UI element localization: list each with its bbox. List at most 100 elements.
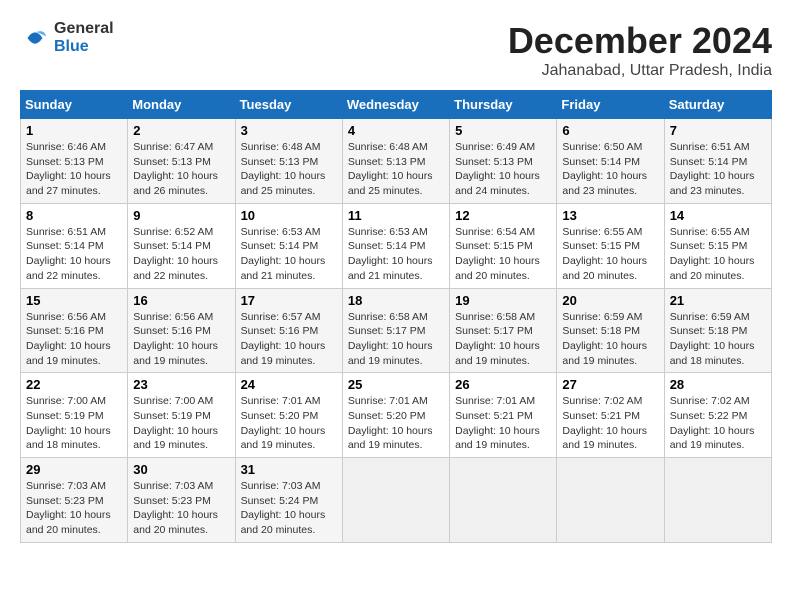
day-number: 21: [670, 293, 766, 308]
calendar-subtitle: Jahanabad, Uttar Pradesh, India: [508, 62, 772, 80]
day-info: Sunrise: 6:57 AMSunset: 5:16 PMDaylight:…: [241, 311, 326, 367]
day-info: Sunrise: 6:48 AMSunset: 5:13 PMDaylight:…: [241, 141, 326, 197]
day-info: Sunrise: 6:59 AMSunset: 5:18 PMDaylight:…: [562, 311, 647, 367]
day-number: 2: [133, 123, 229, 138]
calendar-title: December 2024: [508, 20, 772, 62]
day-info: Sunrise: 7:02 AMSunset: 5:21 PMDaylight:…: [562, 395, 647, 451]
day-number: 5: [455, 123, 551, 138]
calendar-week-row: 29 Sunrise: 7:03 AMSunset: 5:23 PMDaylig…: [21, 458, 772, 543]
calendar-cell: 17 Sunrise: 6:57 AMSunset: 5:16 PMDaylig…: [235, 288, 342, 373]
day-info: Sunrise: 7:03 AMSunset: 5:24 PMDaylight:…: [241, 480, 326, 536]
day-number: 16: [133, 293, 229, 308]
logo-icon: [20, 23, 50, 53]
day-info: Sunrise: 6:48 AMSunset: 5:13 PMDaylight:…: [348, 141, 433, 197]
day-number: 14: [670, 208, 766, 223]
day-number: 20: [562, 293, 658, 308]
day-number: 29: [26, 462, 122, 477]
day-info: Sunrise: 6:56 AMSunset: 5:16 PMDaylight:…: [26, 311, 111, 367]
calendar-cell: 7 Sunrise: 6:51 AMSunset: 5:14 PMDayligh…: [664, 119, 771, 204]
day-info: Sunrise: 6:46 AMSunset: 5:13 PMDaylight:…: [26, 141, 111, 197]
day-number: 30: [133, 462, 229, 477]
calendar-cell: 30 Sunrise: 7:03 AMSunset: 5:23 PMDaylig…: [128, 458, 235, 543]
calendar-cell: 18 Sunrise: 6:58 AMSunset: 5:17 PMDaylig…: [342, 288, 449, 373]
calendar-body: 1 Sunrise: 6:46 AMSunset: 5:13 PMDayligh…: [21, 119, 772, 543]
calendar-cell: 2 Sunrise: 6:47 AMSunset: 5:13 PMDayligh…: [128, 119, 235, 204]
day-number: 28: [670, 377, 766, 392]
header-thursday: Thursday: [450, 91, 557, 119]
logo: General Blue: [20, 20, 114, 56]
calendar-cell: 9 Sunrise: 6:52 AMSunset: 5:14 PMDayligh…: [128, 203, 235, 288]
day-number: 4: [348, 123, 444, 138]
day-info: Sunrise: 6:51 AMSunset: 5:14 PMDaylight:…: [26, 226, 111, 282]
day-info: Sunrise: 6:54 AMSunset: 5:15 PMDaylight:…: [455, 226, 540, 282]
day-number: 18: [348, 293, 444, 308]
day-number: 31: [241, 462, 337, 477]
title-area: December 2024 Jahanabad, Uttar Pradesh, …: [508, 20, 772, 80]
day-number: 15: [26, 293, 122, 308]
calendar-cell: 13 Sunrise: 6:55 AMSunset: 5:15 PMDaylig…: [557, 203, 664, 288]
day-info: Sunrise: 7:03 AMSunset: 5:23 PMDaylight:…: [26, 480, 111, 536]
day-info: Sunrise: 7:01 AMSunset: 5:20 PMDaylight:…: [241, 395, 326, 451]
day-number: 13: [562, 208, 658, 223]
header-friday: Friday: [557, 91, 664, 119]
calendar-cell: 4 Sunrise: 6:48 AMSunset: 5:13 PMDayligh…: [342, 119, 449, 204]
header-row: Sunday Monday Tuesday Wednesday Thursday…: [21, 91, 772, 119]
day-info: Sunrise: 6:59 AMSunset: 5:18 PMDaylight:…: [670, 311, 755, 367]
calendar-cell: 24 Sunrise: 7:01 AMSunset: 5:20 PMDaylig…: [235, 373, 342, 458]
calendar-cell: 31 Sunrise: 7:03 AMSunset: 5:24 PMDaylig…: [235, 458, 342, 543]
day-number: 8: [26, 208, 122, 223]
calendar-cell: 1 Sunrise: 6:46 AMSunset: 5:13 PMDayligh…: [21, 119, 128, 204]
calendar-cell: 12 Sunrise: 6:54 AMSunset: 5:15 PMDaylig…: [450, 203, 557, 288]
day-info: Sunrise: 6:53 AMSunset: 5:14 PMDaylight:…: [348, 226, 433, 282]
calendar-week-row: 1 Sunrise: 6:46 AMSunset: 5:13 PMDayligh…: [21, 119, 772, 204]
calendar-cell: 14 Sunrise: 6:55 AMSunset: 5:15 PMDaylig…: [664, 203, 771, 288]
header-wednesday: Wednesday: [342, 91, 449, 119]
calendar-table: Sunday Monday Tuesday Wednesday Thursday…: [20, 90, 772, 543]
logo-text: General Blue: [54, 20, 114, 56]
day-info: Sunrise: 6:50 AMSunset: 5:14 PMDaylight:…: [562, 141, 647, 197]
day-number: 10: [241, 208, 337, 223]
day-info: Sunrise: 6:51 AMSunset: 5:14 PMDaylight:…: [670, 141, 755, 197]
day-info: Sunrise: 6:49 AMSunset: 5:13 PMDaylight:…: [455, 141, 540, 197]
calendar-cell: [664, 458, 771, 543]
calendar-cell: [450, 458, 557, 543]
calendar-week-row: 15 Sunrise: 6:56 AMSunset: 5:16 PMDaylig…: [21, 288, 772, 373]
calendar-cell: 27 Sunrise: 7:02 AMSunset: 5:21 PMDaylig…: [557, 373, 664, 458]
day-info: Sunrise: 7:02 AMSunset: 5:22 PMDaylight:…: [670, 395, 755, 451]
day-number: 9: [133, 208, 229, 223]
calendar-cell: 5 Sunrise: 6:49 AMSunset: 5:13 PMDayligh…: [450, 119, 557, 204]
calendar-week-row: 8 Sunrise: 6:51 AMSunset: 5:14 PMDayligh…: [21, 203, 772, 288]
day-info: Sunrise: 6:47 AMSunset: 5:13 PMDaylight:…: [133, 141, 218, 197]
day-number: 7: [670, 123, 766, 138]
calendar-cell: 23 Sunrise: 7:00 AMSunset: 5:19 PMDaylig…: [128, 373, 235, 458]
day-number: 6: [562, 123, 658, 138]
day-info: Sunrise: 6:55 AMSunset: 5:15 PMDaylight:…: [562, 226, 647, 282]
calendar-cell: 26 Sunrise: 7:01 AMSunset: 5:21 PMDaylig…: [450, 373, 557, 458]
calendar-cell: 29 Sunrise: 7:03 AMSunset: 5:23 PMDaylig…: [21, 458, 128, 543]
day-info: Sunrise: 7:00 AMSunset: 5:19 PMDaylight:…: [133, 395, 218, 451]
day-number: 27: [562, 377, 658, 392]
day-number: 23: [133, 377, 229, 392]
calendar-cell: [557, 458, 664, 543]
day-number: 24: [241, 377, 337, 392]
day-info: Sunrise: 6:56 AMSunset: 5:16 PMDaylight:…: [133, 311, 218, 367]
day-number: 22: [26, 377, 122, 392]
calendar-cell: 10 Sunrise: 6:53 AMSunset: 5:14 PMDaylig…: [235, 203, 342, 288]
day-info: Sunrise: 6:53 AMSunset: 5:14 PMDaylight:…: [241, 226, 326, 282]
header-tuesday: Tuesday: [235, 91, 342, 119]
header-sunday: Sunday: [21, 91, 128, 119]
calendar-cell: 15 Sunrise: 6:56 AMSunset: 5:16 PMDaylig…: [21, 288, 128, 373]
day-info: Sunrise: 7:00 AMSunset: 5:19 PMDaylight:…: [26, 395, 111, 451]
day-info: Sunrise: 6:52 AMSunset: 5:14 PMDaylight:…: [133, 226, 218, 282]
calendar-cell: 3 Sunrise: 6:48 AMSunset: 5:13 PMDayligh…: [235, 119, 342, 204]
day-number: 26: [455, 377, 551, 392]
day-number: 12: [455, 208, 551, 223]
calendar-cell: 28 Sunrise: 7:02 AMSunset: 5:22 PMDaylig…: [664, 373, 771, 458]
day-info: Sunrise: 6:58 AMSunset: 5:17 PMDaylight:…: [455, 311, 540, 367]
header: General Blue December 2024 Jahanabad, Ut…: [20, 20, 772, 80]
calendar-cell: 25 Sunrise: 7:01 AMSunset: 5:20 PMDaylig…: [342, 373, 449, 458]
day-number: 1: [26, 123, 122, 138]
calendar-cell: 20 Sunrise: 6:59 AMSunset: 5:18 PMDaylig…: [557, 288, 664, 373]
day-number: 25: [348, 377, 444, 392]
calendar-header: Sunday Monday Tuesday Wednesday Thursday…: [21, 91, 772, 119]
